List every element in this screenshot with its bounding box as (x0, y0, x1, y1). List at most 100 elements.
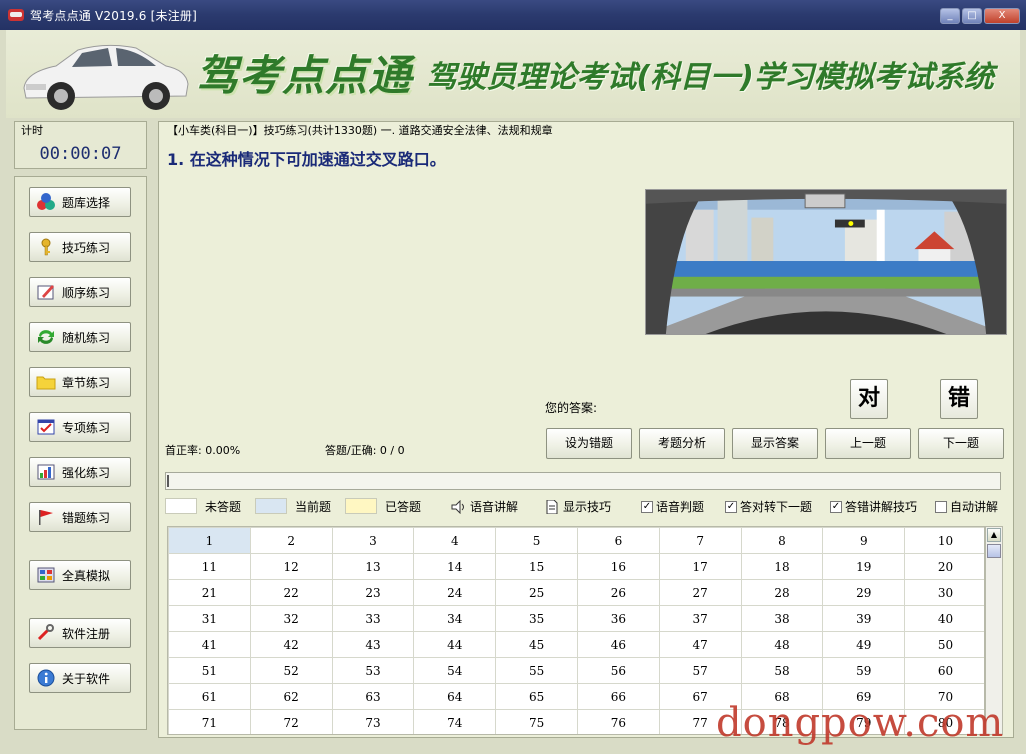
question-cell[interactable]: 33 (331, 605, 415, 632)
question-cell[interactable]: 20 (904, 553, 984, 580)
question-cell[interactable]: 74 (413, 709, 497, 734)
question-cell[interactable]: 13 (331, 553, 415, 580)
next-question-button[interactable]: 下一题 (918, 428, 1004, 459)
question-cell[interactable]: 16 (576, 553, 660, 580)
question-cell[interactable]: 18 (740, 553, 824, 580)
close-button[interactable]: X (984, 8, 1020, 24)
question-cell[interactable]: 40 (904, 605, 984, 632)
question-cell[interactable]: 65 (495, 683, 578, 710)
question-cell[interactable]: 23 (331, 579, 415, 606)
sidebar-item-intensive-practice[interactable]: 强化练习 (29, 457, 131, 487)
minimize-button[interactable]: _ (940, 8, 960, 24)
question-cell[interactable]: 56 (576, 657, 660, 684)
answer-right-button[interactable]: 对 (850, 379, 888, 419)
question-cell[interactable]: 38 (740, 605, 824, 632)
question-cell[interactable]: 61 (168, 683, 251, 710)
sidebar-item-skill-practice[interactable]: 技巧练习 (29, 232, 131, 262)
question-cell[interactable]: 29 (822, 579, 906, 606)
question-cell[interactable]: 49 (822, 631, 906, 658)
question-cell[interactable]: 64 (413, 683, 497, 710)
show-tips-button[interactable]: 显示技巧 (544, 498, 611, 515)
question-cell[interactable]: 51 (168, 657, 251, 684)
sidebar-item-chapter-practice[interactable]: 章节练习 (29, 367, 131, 397)
question-cell[interactable]: 6 (576, 527, 660, 554)
question-cell[interactable]: 21 (168, 579, 251, 606)
question-cell[interactable]: 63 (331, 683, 415, 710)
answer-wrong-button[interactable]: 错 (940, 379, 978, 419)
wrong-tips-checkbox[interactable]: ✓ 答错讲解技巧 (830, 498, 917, 515)
question-cell[interactable]: 47 (658, 631, 742, 658)
question-cell[interactable]: 22 (249, 579, 333, 606)
scroll-up-icon[interactable]: ▲ (987, 528, 1001, 542)
question-cell[interactable]: 62 (249, 683, 333, 710)
question-cell[interactable]: 35 (495, 605, 578, 632)
question-cell[interactable]: 8 (740, 527, 824, 554)
question-cell[interactable]: 4 (413, 527, 497, 554)
question-cell[interactable]: 9 (822, 527, 906, 554)
sidebar-item-sequence-practice[interactable]: 顺序练习 (29, 277, 131, 307)
question-cell[interactable]: 34 (413, 605, 497, 632)
question-cell[interactable]: 53 (331, 657, 415, 684)
question-cell[interactable]: 19 (822, 553, 906, 580)
question-cell[interactable]: 10 (904, 527, 984, 554)
question-cell[interactable]: 59 (822, 657, 906, 684)
question-cell[interactable]: 12 (249, 553, 333, 580)
question-cell[interactable]: 76 (576, 709, 660, 734)
question-cell[interactable]: 26 (576, 579, 660, 606)
sidebar-item-mock-exam[interactable]: 全真模拟 (29, 560, 131, 590)
question-cell[interactable]: 73 (331, 709, 415, 734)
question-cell[interactable]: 75 (495, 709, 578, 734)
question-cell[interactable]: 30 (904, 579, 984, 606)
question-cell[interactable]: 27 (658, 579, 742, 606)
question-cell[interactable]: 3 (331, 527, 415, 554)
voice-judge-checkbox[interactable]: ✓ 语音判题 (641, 498, 704, 515)
question-cell[interactable]: 39 (822, 605, 906, 632)
question-cell[interactable]: 41 (168, 631, 251, 658)
question-cell[interactable]: 43 (331, 631, 415, 658)
question-cell[interactable]: 48 (740, 631, 824, 658)
question-cell[interactable]: 25 (495, 579, 578, 606)
question-cell[interactable]: 71 (168, 709, 251, 734)
question-cell[interactable]: 58 (740, 657, 824, 684)
question-cell[interactable]: 72 (249, 709, 333, 734)
question-cell[interactable]: 31 (168, 605, 251, 632)
question-cell[interactable]: 46 (576, 631, 660, 658)
sidebar-item-about[interactable]: 关于软件 (29, 663, 131, 693)
question-cell[interactable]: 57 (658, 657, 742, 684)
sidebar-item-wrong-practice[interactable]: 错题练习 (29, 502, 131, 532)
sidebar-item-bank-select[interactable]: 题库选择 (29, 187, 131, 217)
question-cell[interactable]: 32 (249, 605, 333, 632)
question-cell[interactable]: 54 (413, 657, 497, 684)
question-cell[interactable]: 5 (495, 527, 578, 554)
show-answer-button[interactable]: 显示答案 (732, 428, 818, 459)
maximize-button[interactable]: □ (962, 8, 982, 24)
question-cell[interactable]: 24 (413, 579, 497, 606)
previous-question-button[interactable]: 上一题 (825, 428, 911, 459)
scroll-thumb[interactable] (987, 544, 1001, 558)
question-cell[interactable]: 66 (576, 683, 660, 710)
question-cell[interactable]: 37 (658, 605, 742, 632)
sidebar-item-special-practice[interactable]: 专项练习 (29, 412, 131, 442)
question-cell[interactable]: 36 (576, 605, 660, 632)
question-cell[interactable]: 7 (658, 527, 742, 554)
question-cell[interactable]: 11 (168, 553, 251, 580)
mark-wrong-button[interactable]: 设为错题 (546, 428, 632, 459)
question-cell[interactable]: 42 (249, 631, 333, 658)
question-cell[interactable]: 52 (249, 657, 333, 684)
voice-explain-button[interactable]: 语音讲解 (451, 498, 518, 515)
question-cell[interactable]: 55 (495, 657, 578, 684)
question-cell[interactable]: 50 (904, 631, 984, 658)
auto-next-checkbox[interactable]: ✓ 答对转下一题 (725, 498, 812, 515)
auto-explain-checkbox[interactable]: 自动讲解 (935, 498, 998, 515)
question-cell[interactable]: 2 (249, 527, 333, 554)
sidebar-item-random-practice[interactable]: 随机练习 (29, 322, 131, 352)
question-cell[interactable]: 1 (168, 527, 251, 554)
question-cell[interactable]: 60 (904, 657, 984, 684)
question-cell[interactable]: 14 (413, 553, 497, 580)
question-cell[interactable]: 44 (413, 631, 497, 658)
question-cell[interactable]: 17 (658, 553, 742, 580)
question-cell[interactable]: 45 (495, 631, 578, 658)
question-cell[interactable]: 15 (495, 553, 578, 580)
question-analysis-button[interactable]: 考题分析 (639, 428, 725, 459)
question-cell[interactable]: 28 (740, 579, 824, 606)
